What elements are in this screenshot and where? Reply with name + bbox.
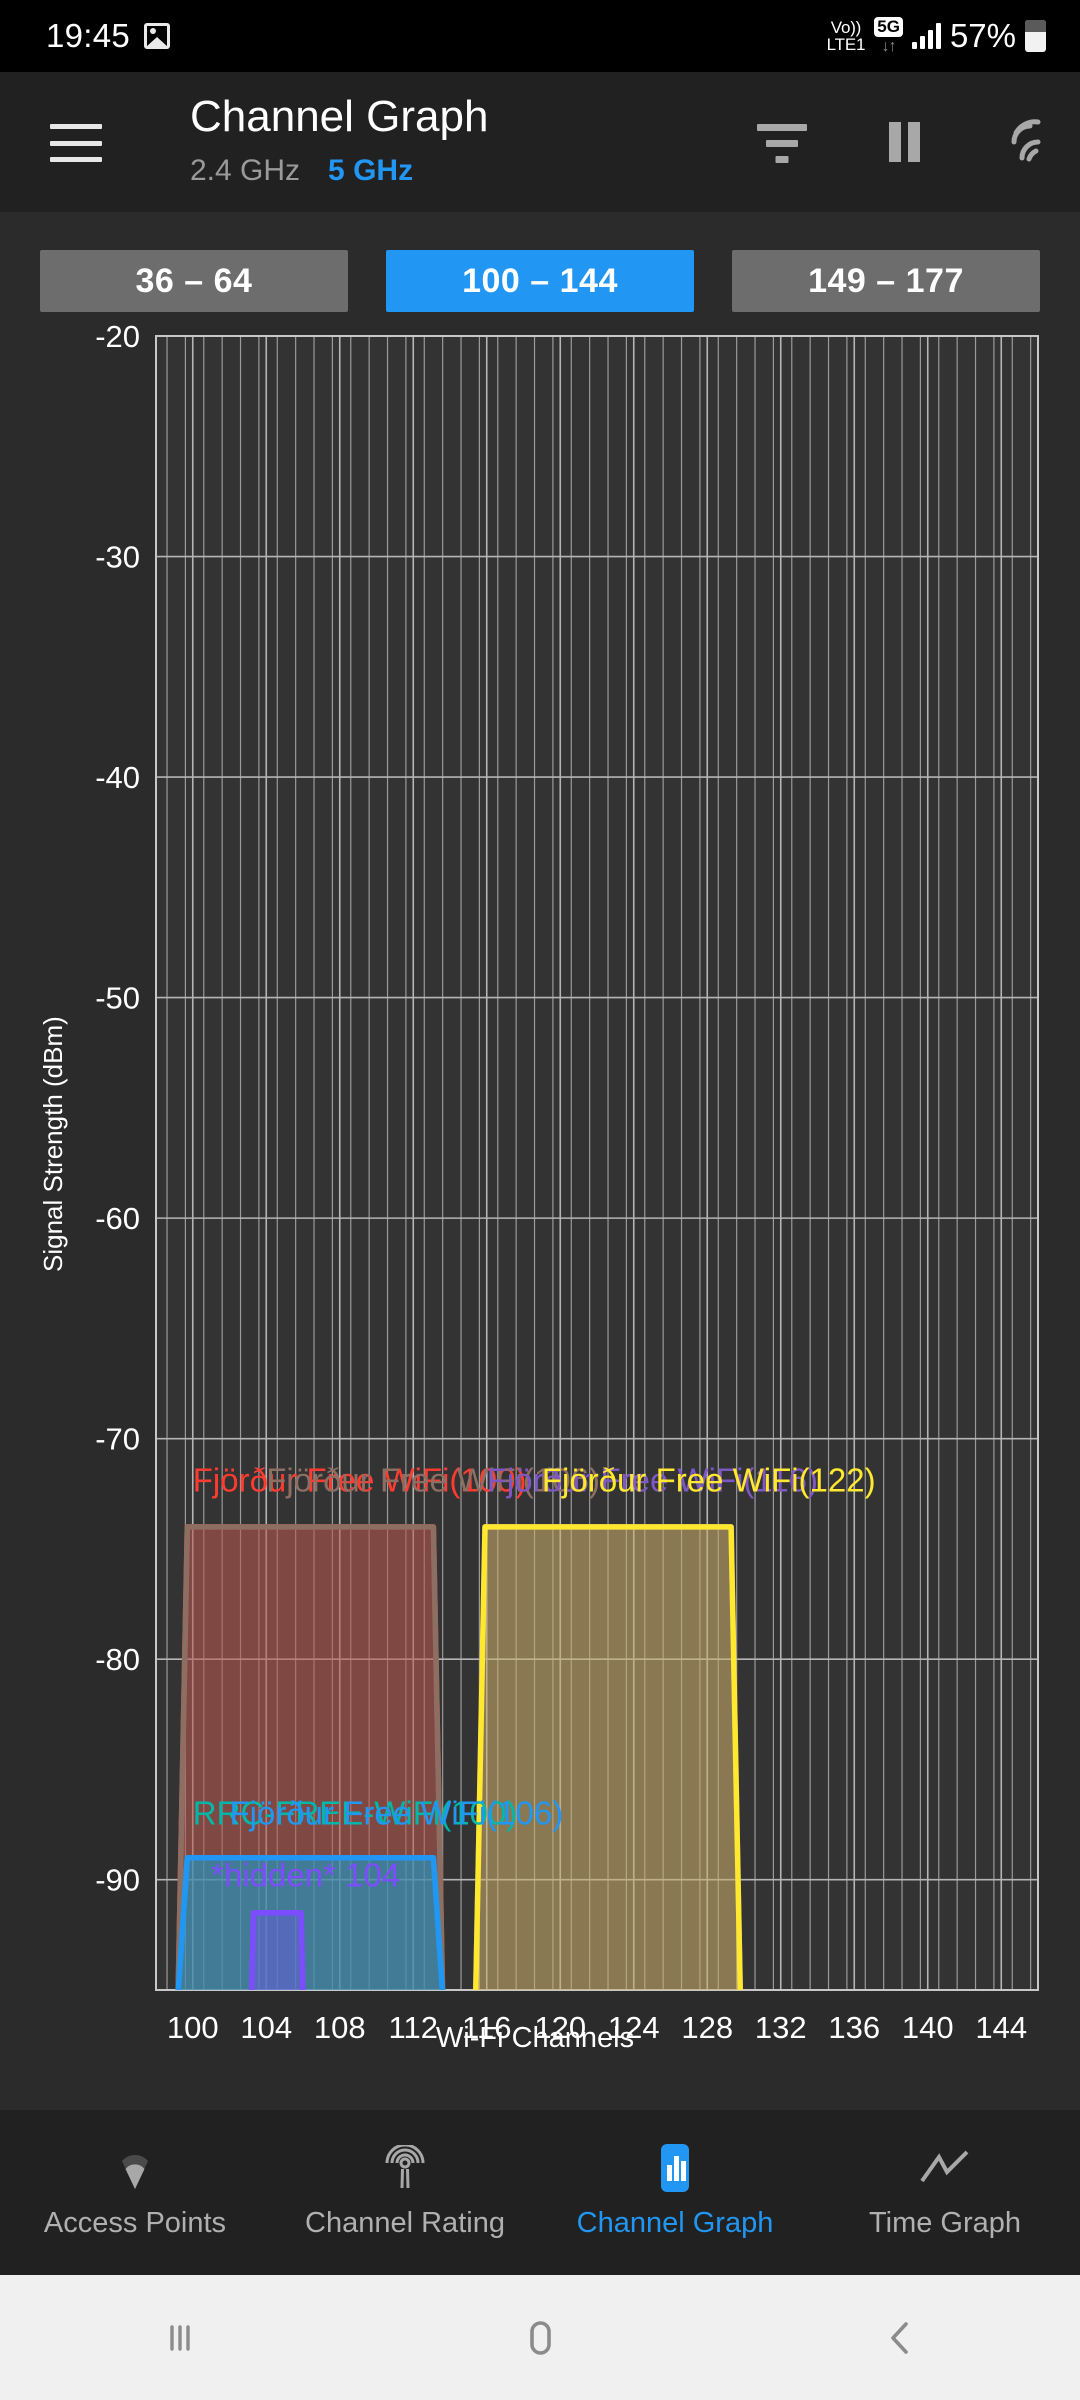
volte-icon: Vo)) LTE1	[827, 19, 866, 53]
channel-range-selector: 36 – 64 100 – 144 149 – 177	[0, 250, 1080, 312]
channel-range-100-144[interactable]: 100 – 144	[386, 250, 694, 312]
nav-access-points[interactable]: Access Points	[0, 2110, 270, 2275]
image-icon	[144, 23, 171, 49]
y-tick-label: -60	[95, 1201, 140, 1236]
nav-label: Time Graph	[868, 2207, 1022, 2239]
app-bar-actions	[756, 72, 1052, 212]
y-tick-label: -40	[95, 760, 140, 795]
nav-label: Channel Rating	[305, 2207, 505, 2239]
nav-channel-rating[interactable]: Channel Rating	[270, 2110, 540, 2275]
data-arrows-icon: ↓↑	[881, 38, 897, 55]
x-axis-label: Wi-Fi Channels	[435, 2022, 635, 2054]
hamburger-menu-icon[interactable]	[50, 124, 102, 162]
band-tab-2ghz[interactable]: 2.4 GHz	[190, 154, 300, 188]
y-tick-label: -20	[95, 319, 140, 354]
y-tick-label: -80	[95, 1642, 140, 1677]
channel-range-36-64[interactable]: 36 – 64	[40, 250, 348, 312]
android-navigation-bar	[0, 2275, 1080, 2400]
pause-icon[interactable]	[878, 116, 930, 168]
band-tab-5ghz[interactable]: 5 GHz	[328, 154, 413, 188]
battery-percent: 57%	[949, 17, 1016, 54]
status-bar-left: 19:45	[46, 17, 171, 55]
home-icon[interactable]	[360, 2275, 720, 2400]
band-selector: 2.4 GHz 5 GHz	[190, 154, 413, 188]
ap-signal-fill	[251, 1912, 303, 1990]
battery-icon	[1025, 20, 1046, 52]
page-title: Channel Graph	[190, 92, 489, 141]
bar-chart-icon	[647, 2144, 703, 2192]
channel-graph-canvas[interactable]: -20-30-40-50-60-70-80-90100 104 108 112 116 1…	[0, 312, 1080, 2102]
ap-label: Fjörður Free WiFi(106)	[230, 1795, 564, 1832]
status-bar: 19:45 Vo)) LTE1 5G ↓↑ 57%	[0, 0, 1080, 72]
volte-line-1: Vo))	[830, 18, 862, 37]
network-type-icon: 5G ↓↑	[874, 17, 903, 55]
network-badge: 5G	[874, 17, 903, 37]
line-chart-icon	[917, 2145, 973, 2191]
ap-label: *hidden* 104	[211, 1856, 400, 1893]
filter-icon[interactable]	[756, 116, 808, 168]
nav-channel-graph[interactable]: Channel Graph	[540, 2110, 810, 2275]
channel-range-149-177[interactable]: 149 – 177	[732, 250, 1040, 312]
status-bar-right: Vo)) LTE1 5G ↓↑ 57%	[827, 17, 1046, 55]
bottom-navigation: Access Points Channel Rating Channel Gra…	[0, 2110, 1080, 2275]
antenna-icon	[377, 2145, 433, 2191]
channel-graph[interactable]: -20 -30 -40 -50 -60 -70 -80 -90 100 104 108 112 116 1…	[0, 312, 1080, 2102]
y-tick-label: -50	[95, 981, 140, 1016]
y-tick-label: -90	[95, 1863, 140, 1898]
ap-signal-fill	[475, 1526, 741, 1990]
back-icon[interactable]	[720, 2275, 1080, 2400]
y-axis-label: Signal Strength (dBm)	[38, 1016, 68, 1272]
y-tick-label: -70	[95, 1422, 140, 1457]
y-tick-label: -30	[95, 540, 140, 575]
status-time: 19:45	[46, 17, 131, 54]
recents-icon[interactable]	[0, 2275, 360, 2400]
nav-label: Access Points	[43, 2207, 227, 2239]
app-bar: Channel Graph 2.4 GHz 5 GHz	[0, 72, 1080, 212]
phone-screen: 19:45 Vo)) LTE1 5G ↓↑ 57% Channel Graph …	[0, 0, 1080, 2400]
signal-bars-icon	[911, 23, 941, 49]
access-point-icon	[107, 2145, 163, 2191]
ap-label: Fjörður Free WiFi(122)	[542, 1462, 876, 1499]
nav-label: Channel Graph	[576, 2207, 774, 2239]
volte-line-2: LTE1	[826, 35, 866, 54]
nav-time-graph[interactable]: Time Graph	[810, 2110, 1080, 2275]
wifi-scan-icon[interactable]	[1000, 116, 1052, 168]
